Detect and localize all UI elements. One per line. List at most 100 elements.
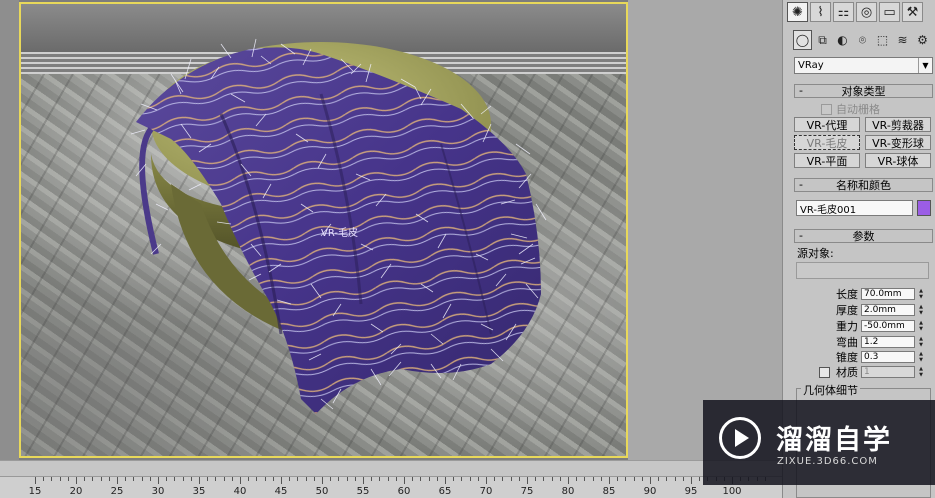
ruler-frame-label: 50 (315, 486, 329, 497)
geometry-detail-title: 几何体细节 (801, 382, 860, 398)
systems-icon[interactable]: ⚙ (913, 30, 932, 50)
collapse-icon: - (799, 84, 803, 97)
vr-fur-button[interactable]: VR-毛皮 (794, 135, 860, 150)
taper-label: 锥度 (836, 350, 858, 364)
ruler-tick (518, 477, 520, 481)
ruler-frame-label: 60 (397, 486, 411, 497)
ruler-tick (420, 477, 422, 481)
bend-row: 弯曲 1.2 ▲ ▼ (793, 335, 933, 349)
ruler-tick (453, 477, 455, 481)
gravity-field[interactable]: -50.0mm (861, 319, 915, 332)
vr-metaball-button[interactable]: VR-变形球 (865, 135, 931, 150)
geometry-icon[interactable]: ◯ (793, 30, 812, 50)
renderer-category-select[interactable]: VRay ▼ (794, 57, 933, 74)
ruler-tick (67, 477, 69, 481)
ruler-tick (149, 477, 151, 481)
time-slider[interactable] (0, 460, 782, 476)
ruler-tick (658, 477, 660, 481)
chevron-down-icon: ▼ (918, 58, 932, 73)
active-viewport-frame[interactable]: VR-毛皮 (19, 2, 628, 458)
rollout-object-type[interactable]: - 对象类型 (794, 84, 933, 98)
bend-label: 弯曲 (836, 335, 858, 349)
spinner-icon[interactable]: ▲ ▼ (917, 288, 925, 300)
object-name-field[interactable]: VR-毛皮001 (796, 200, 913, 216)
shapes-icon[interactable]: ⧉ (813, 30, 832, 50)
ruler-tick (592, 477, 594, 481)
ruler-tick (682, 477, 684, 481)
ruler-tick (379, 477, 381, 481)
ruler-tick (404, 477, 405, 484)
ruler-tick (264, 477, 266, 481)
rollout-name-color[interactable]: - 名称和颜色 (794, 178, 933, 192)
command-panel-tabs: ✺ ⌇ ⚏ ◎ ▭ ⚒ (787, 2, 923, 24)
ruler-tick (223, 477, 225, 481)
ruler-tick (190, 477, 192, 481)
ruler-tick (256, 477, 258, 481)
motion-tab-icon[interactable]: ◎ (856, 2, 877, 22)
ruler-tick (84, 477, 86, 481)
hierarchy-tab-icon[interactable]: ⚏ (833, 2, 854, 22)
ruler-tick (674, 477, 676, 481)
source-object-pick-button[interactable] (796, 262, 929, 279)
material-label-wrap: 材质 (793, 364, 861, 380)
watermark-title: 溜溜自学 (776, 425, 892, 456)
spinner-icon[interactable]: ▲ ▼ (917, 336, 925, 348)
ruler-tick (387, 477, 389, 481)
vr-plane-button[interactable]: VR-平面 (794, 153, 860, 168)
viewport-left-margin (0, 0, 19, 460)
thickness-field[interactable]: 2.0mm (861, 303, 915, 316)
ruler-tick (207, 477, 209, 481)
ruler-tick (412, 477, 414, 481)
modify-tab-icon[interactable]: ⌇ (810, 2, 831, 22)
utilities-tab-icon[interactable]: ⚒ (902, 2, 923, 22)
create-category-tabs: ◯ ⧉ ◐ ⌾ ⬚ ≋ ⚙ (793, 30, 932, 50)
create-tab-icon[interactable]: ✺ (787, 2, 808, 22)
ruler-tick (305, 477, 307, 481)
track-bar-ruler[interactable]: 15 20 25 30 35 40 45 50 55 60 65 70 75 80 85 90 95 100 (0, 476, 782, 498)
material-checkbox[interactable] (819, 367, 830, 378)
ruler-tick (215, 477, 217, 481)
ruler-tick (133, 477, 135, 481)
ruler-tick (461, 477, 463, 481)
ruler-tick (199, 477, 200, 484)
collapse-icon: - (799, 229, 803, 242)
thickness-label: 厚度 (836, 303, 858, 317)
helpers-icon[interactable]: ⬚ (873, 30, 892, 50)
ruler-tick (494, 477, 496, 481)
bend-field[interactable]: 1.2 (861, 335, 915, 348)
taper-field[interactable]: 0.3 (861, 350, 915, 363)
play-triangle-icon (735, 429, 749, 447)
ruler-frame-label: 90 (643, 486, 657, 497)
ruler-tick (248, 477, 250, 481)
gravity-row: 重力 -50.0mm ▲ ▼ (793, 319, 933, 333)
spinner-icon[interactable]: ▲ ▼ (917, 304, 925, 316)
length-field[interactable]: 70.0mm (861, 287, 915, 300)
viewport-perspective[interactable]: VR-毛皮 (0, 0, 782, 460)
ruler-tick (35, 477, 36, 484)
ruler-tick (108, 477, 110, 481)
source-object-label: 源对象: (797, 247, 834, 260)
ruler-tick (289, 477, 291, 481)
space-warps-icon[interactable]: ≋ (893, 30, 912, 50)
rollout-parameters[interactable]: - 参数 (794, 229, 933, 243)
ruler-frame-label: 70 (479, 486, 493, 497)
auto-grid-label: 自动栅格 (836, 103, 880, 116)
spinner-icon[interactable]: ▲ ▼ (917, 351, 925, 363)
display-tab-icon[interactable]: ▭ (879, 2, 900, 22)
ruler-tick (354, 477, 356, 481)
ruler-tick (436, 477, 438, 481)
spinner-icon: ▲ ▼ (919, 365, 923, 378)
cameras-icon[interactable]: ⌾ (853, 30, 872, 50)
ruler-frame-label: 40 (233, 486, 247, 497)
lights-icon[interactable]: ◐ (833, 30, 852, 50)
length-row: 长度 70.0mm ▲ ▼ (793, 287, 933, 301)
vr-sphere-button[interactable]: VR-球体 (865, 153, 931, 168)
ruler-frame-label: 55 (356, 486, 370, 497)
spinner-icon[interactable]: ▲ ▼ (917, 320, 925, 332)
vr-clipper-button[interactable]: VR-剪裁器 (865, 117, 931, 132)
vr-proxy-button[interactable]: VR-代理 (794, 117, 860, 132)
taper-row: 锥度 0.3 ▲ ▼ (793, 350, 933, 364)
ruler-tick (428, 477, 430, 481)
object-color-swatch[interactable] (917, 200, 931, 216)
ruler-tick (650, 477, 651, 484)
